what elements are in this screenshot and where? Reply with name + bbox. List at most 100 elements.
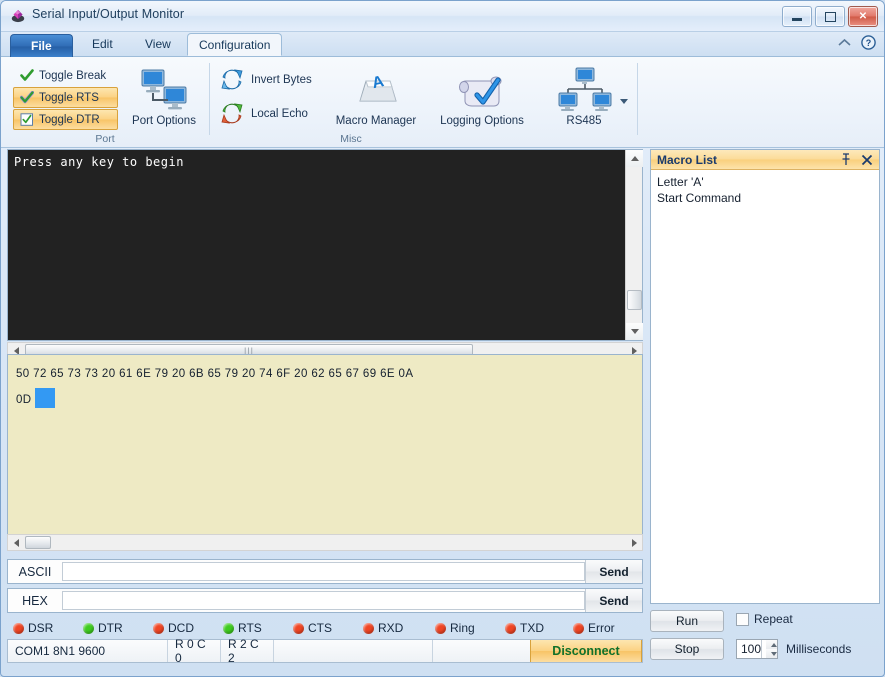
- led-cts: CTS: [293, 621, 363, 635]
- ascii-send-button[interactable]: Send: [585, 560, 642, 583]
- repeat-checkbox[interactable]: [736, 612, 749, 626]
- close-button[interactable]: ✕: [848, 6, 878, 27]
- port-options-button[interactable]: Port Options: [121, 67, 207, 127]
- ribbon-group-misc: Invert Bytes Local Echo A Macro Manager …: [213, 57, 633, 147]
- status-port-info: COM1 8N1 9600: [8, 640, 168, 662]
- minimize-button[interactable]: [782, 6, 812, 27]
- title-bar: Serial Input/Output Monitor ✕: [1, 1, 884, 32]
- toggle-rts-button[interactable]: Toggle RTS: [13, 87, 118, 108]
- led-rxd-label: RXD: [378, 621, 404, 635]
- hex-panel: 50 72 65 73 73 20 61 6E 79 20 6B 65 79 2…: [7, 354, 643, 551]
- svg-text:?: ?: [866, 38, 872, 48]
- led-rts-label: RTS: [238, 621, 262, 635]
- led-error: Error: [573, 621, 643, 635]
- terminal-vertical-scrollbar[interactable]: [625, 150, 643, 340]
- ribbon-help-group: ?: [837, 35, 876, 50]
- invert-bytes-button[interactable]: Invert Bytes: [219, 67, 312, 93]
- macro-item[interactable]: Start Command: [657, 190, 873, 206]
- ascii-input[interactable]: [62, 562, 585, 581]
- status-selection-pos: R 2 C 2: [221, 637, 274, 665]
- hex-send-button[interactable]: Send: [585, 589, 642, 612]
- hex-output[interactable]: 50 72 65 73 73 20 61 6E 79 20 6B 65 79 2…: [8, 355, 642, 533]
- close-icon[interactable]: [861, 154, 873, 166]
- ascii-label: ASCII: [18, 564, 52, 579]
- hex-input[interactable]: [62, 591, 585, 610]
- macro-list-header: Macro List: [651, 150, 879, 170]
- repeat-label: Repeat: [754, 612, 793, 626]
- led-rts-indicator: [223, 622, 234, 634]
- ascii-send-row: ASCII Send: [7, 559, 643, 584]
- rs485-button[interactable]: RS485: [541, 67, 627, 127]
- led-rts: RTS: [223, 621, 293, 635]
- hex-scroll-right-button[interactable]: [626, 535, 642, 550]
- toggle-dtr-button[interactable]: Toggle DTR: [13, 109, 118, 130]
- keyboard-key-a-icon: A: [326, 67, 426, 113]
- led-txd: TXD: [505, 621, 573, 635]
- tab-configuration[interactable]: Configuration: [187, 33, 283, 56]
- led-rxd: RXD: [363, 621, 435, 635]
- status-spare: [274, 640, 433, 662]
- window-controls: ✕: [782, 6, 878, 27]
- macro-manager-button[interactable]: A Macro Manager: [326, 67, 426, 127]
- hex-horizontal-scrollbar[interactable]: [7, 534, 643, 551]
- led-txd-label: TXD: [520, 621, 544, 635]
- hex-scroll-left-button[interactable]: [8, 535, 24, 550]
- hex-label: HEX: [22, 593, 48, 608]
- led-txd-indicator: [505, 622, 516, 634]
- interval-unit-label: Milliseconds: [786, 642, 852, 656]
- three-monitors-network-icon: [541, 67, 627, 113]
- macro-item[interactable]: Letter 'A': [657, 174, 873, 190]
- repeat-checkbox-row[interactable]: Repeat: [736, 612, 793, 626]
- macro-items-list[interactable]: Letter 'A' Start Command: [651, 170, 879, 603]
- collapse-ribbon-icon[interactable]: [837, 36, 852, 49]
- stop-button[interactable]: Stop: [650, 638, 724, 660]
- chevron-down-icon[interactable]: [620, 99, 628, 104]
- led-dtr-label: DTR: [98, 621, 123, 635]
- rs485-label: RS485: [566, 115, 602, 127]
- interval-decrement-button[interactable]: [766, 649, 777, 658]
- help-icon[interactable]: ?: [861, 35, 876, 50]
- macro-list-panel: Macro List Letter 'A' Start Command: [650, 149, 880, 604]
- led-dsr: DSR: [7, 621, 83, 635]
- ribbon: Toggle Break Toggle RTS Toggle DTR Port …: [1, 57, 884, 148]
- interval-increment-button[interactable]: [766, 640, 777, 649]
- macro-list-title: Macro List: [657, 152, 718, 167]
- green-red-recycle-arrows-icon: [221, 103, 243, 124]
- led-dcd-indicator: [153, 622, 164, 634]
- local-echo-label: Local Echo: [251, 108, 308, 120]
- status-cursor-pos: R 0 C 0: [168, 637, 221, 665]
- tab-edit[interactable]: Edit: [81, 33, 124, 56]
- terminal-scroll-thumb[interactable]: [627, 290, 642, 310]
- interval-spinner[interactable]: 100: [736, 639, 778, 659]
- svg-text:A: A: [371, 73, 386, 92]
- scroll-down-button[interactable]: [626, 323, 643, 340]
- maximize-button[interactable]: [815, 6, 845, 27]
- toggle-break-button[interactable]: Toggle Break: [13, 65, 118, 86]
- window-title: Serial Input/Output Monitor: [32, 7, 185, 21]
- toggle-rts-label: Toggle RTS: [39, 91, 99, 104]
- interval-value[interactable]: 100: [737, 642, 761, 656]
- led-ring-indicator: [435, 622, 446, 634]
- pin-icon[interactable]: [840, 153, 852, 166]
- ribbon-group-misc-label: Misc: [340, 133, 362, 145]
- toggle-dtr-label: Toggle DTR: [39, 113, 100, 126]
- macro-controls: Run Stop Repeat 100 Milliseconds: [650, 608, 880, 666]
- tab-view[interactable]: View: [134, 33, 182, 56]
- run-button[interactable]: Run: [650, 610, 724, 632]
- scroll-checkmark-icon: [428, 67, 536, 113]
- main-content: Press any key to begin ||| 50 72 65 73 7…: [7, 149, 880, 676]
- two-monitors-network-icon: [121, 67, 207, 113]
- ribbon-tab-strip: File Edit View Configuration ?: [1, 32, 884, 58]
- port-options-label: Port Options: [132, 115, 196, 127]
- terminal-output[interactable]: Press any key to begin: [8, 150, 625, 340]
- hex-hscroll-thumb[interactable]: [25, 536, 51, 549]
- logging-options-button[interactable]: Logging Options: [428, 67, 536, 127]
- disconnect-button[interactable]: Disconnect: [530, 640, 642, 662]
- led-ring: Ring: [435, 621, 505, 635]
- status-bar: COM1 8N1 9600 R 0 C 0 R 2 C 2 Disconnect: [7, 637, 643, 665]
- scroll-up-button[interactable]: [626, 150, 643, 167]
- green-check-icon: [20, 69, 34, 81]
- local-echo-button[interactable]: Local Echo: [219, 101, 308, 127]
- blue-recycle-arrows-icon: [221, 69, 243, 90]
- tab-file[interactable]: File: [10, 34, 73, 58]
